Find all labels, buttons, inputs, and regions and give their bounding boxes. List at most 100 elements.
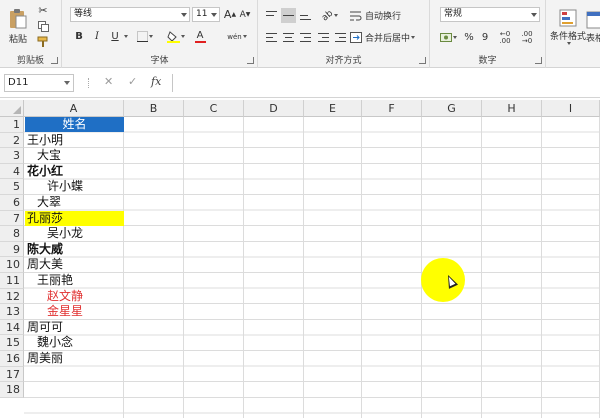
underline-dropdown[interactable]: [122, 29, 128, 44]
row-header-5[interactable]: 5: [0, 179, 24, 195]
decrease-decimal-button[interactable]: .00 →0: [518, 30, 536, 45]
column-header-a[interactable]: A: [24, 100, 124, 117]
cut-button[interactable]: ✂: [36, 3, 50, 17]
column-header-e[interactable]: E: [304, 100, 362, 117]
alignment-launcher[interactable]: [419, 57, 426, 64]
decrease-decimal-icon: .00 →0: [521, 29, 533, 45]
underline-button[interactable]: U: [108, 29, 122, 44]
row-header-2[interactable]: 2: [0, 132, 24, 149]
enter-icon[interactable]: ✓: [128, 75, 137, 88]
row-header-3[interactable]: 3: [0, 148, 24, 164]
decrease-indent-button[interactable]: [316, 30, 331, 45]
font-color-icon: A: [196, 29, 204, 41]
align-middle-button[interactable]: [281, 8, 296, 23]
clipboard-group: 粘贴 ✂ 剪贴板: [0, 0, 62, 68]
wrap-text-label: 自动换行: [365, 12, 402, 22]
column-header-g[interactable]: G: [422, 100, 482, 117]
select-all-button[interactable]: [0, 100, 24, 117]
italic-button[interactable]: I: [90, 29, 104, 44]
row-header-11[interactable]: 11: [0, 273, 24, 289]
cell-a8[interactable]: 吴小龙: [25, 226, 124, 241]
cell-a7[interactable]: 孔丽莎: [25, 210, 124, 226]
cell-a10[interactable]: 周大美: [25, 257, 124, 272]
cell-a14[interactable]: 周可可: [25, 320, 124, 335]
align-left-button[interactable]: [264, 30, 279, 45]
increase-indent-button[interactable]: [333, 30, 348, 45]
row-header-12[interactable]: 12: [0, 288, 24, 305]
worksheet-grid[interactable]: A B C D E F G H I 1 2 3 4 5 6 7 8 9 10 11 12 13 14 15 16 17 18 姓名 王小…: [0, 100, 600, 418]
cell-a2[interactable]: 王小明: [25, 133, 124, 148]
align-right-button[interactable]: [298, 30, 313, 45]
paste-button[interactable]: 粘贴: [6, 4, 30, 48]
row-header-8[interactable]: 8: [0, 226, 24, 242]
cell-a13[interactable]: 金星星: [25, 304, 124, 319]
column-gridline: [541, 117, 542, 418]
name-box[interactable]: D11: [4, 74, 74, 92]
font-launcher[interactable]: [247, 57, 254, 64]
cell-a6[interactable]: 大翠: [25, 195, 124, 210]
cell-a16[interactable]: 周美丽: [25, 351, 124, 366]
cell-a4[interactable]: 花小红: [25, 164, 124, 179]
format-painter-button[interactable]: [36, 35, 50, 49]
font-name-combo[interactable]: 等线: [70, 7, 190, 22]
paste-label: 粘贴: [8, 34, 27, 45]
number-launcher[interactable]: [535, 57, 542, 64]
row-header-7[interactable]: 7: [0, 210, 24, 227]
align-top-button[interactable]: [264, 8, 279, 23]
percent-button[interactable]: %: [462, 30, 476, 45]
accounting-format-button[interactable]: [438, 30, 458, 45]
decrease-font-button[interactable]: A ▼: [238, 7, 252, 22]
row-header-1[interactable]: 1: [0, 117, 24, 133]
font-group: 等线 11 A ▲ A ▼ B I U A wén 字体: [62, 0, 258, 68]
column-header-i[interactable]: I: [542, 100, 600, 117]
cell-a9[interactable]: 陈大威: [25, 242, 124, 257]
cell-a1[interactable]: 姓名: [25, 117, 124, 132]
row-header-14[interactable]: 14: [0, 319, 24, 336]
font-color-button[interactable]: A: [190, 29, 210, 44]
column-header-h[interactable]: H: [482, 100, 542, 117]
cell-a11[interactable]: 王丽艳: [25, 273, 124, 288]
bold-button[interactable]: B: [72, 29, 86, 44]
align-center-button[interactable]: [281, 30, 296, 45]
column-header-f[interactable]: F: [362, 100, 422, 117]
row-header-10[interactable]: 10: [0, 257, 24, 273]
phonetic-button[interactable]: wén: [225, 29, 249, 44]
merge-center-button[interactable]: 合并后居中: [350, 30, 428, 45]
align-bottom-button[interactable]: [298, 8, 313, 23]
format-table-label: 表格: [586, 33, 600, 44]
row-header-6[interactable]: 6: [0, 195, 24, 211]
number-format-combo[interactable]: 常规: [440, 7, 540, 22]
row-header-4[interactable]: 4: [0, 163, 24, 180]
column-header-b[interactable]: B: [124, 100, 184, 117]
insert-function-icon[interactable]: fx: [151, 75, 161, 88]
row-header-13[interactable]: 13: [0, 304, 24, 320]
row-header-9[interactable]: 9: [0, 241, 24, 258]
wrap-text-button[interactable]: 自动换行: [350, 8, 426, 23]
row-header-18[interactable]: 18: [0, 382, 24, 398]
cell-a3[interactable]: 大宝: [25, 148, 124, 163]
row-header-16[interactable]: 16: [0, 351, 24, 367]
row-header-15[interactable]: 15: [0, 335, 24, 351]
clipboard-launcher[interactable]: [51, 57, 58, 64]
increase-decimal-button[interactable]: ←0.00: [496, 30, 514, 45]
column-gridline: [243, 117, 244, 418]
column-gridline: [361, 117, 362, 418]
orientation-button[interactable]: ab: [320, 8, 340, 23]
cell-a15[interactable]: 魏小念: [25, 335, 124, 350]
borders-button[interactable]: [136, 29, 154, 44]
row-header-17[interactable]: 17: [0, 366, 24, 383]
conditional-format-button[interactable]: 条件格式: [548, 4, 588, 50]
column-header-d[interactable]: D: [244, 100, 304, 117]
font-size-combo[interactable]: 11: [192, 7, 220, 22]
formula-bar-separator[interactable]: [88, 78, 90, 88]
format-as-table-button[interactable]: 表格: [586, 4, 600, 50]
cell-a12[interactable]: 赵文静: [25, 289, 124, 304]
copy-button[interactable]: [36, 19, 50, 33]
cell-a5[interactable]: 许小蝶: [25, 179, 124, 194]
formula-input[interactable]: [172, 74, 600, 92]
cancel-icon[interactable]: ✕: [104, 75, 113, 88]
increase-font-button[interactable]: A ▲: [223, 7, 237, 22]
column-header-c[interactable]: C: [184, 100, 244, 117]
comma-style-button[interactable]: 9: [478, 30, 492, 45]
fill-color-button[interactable]: [166, 29, 186, 44]
